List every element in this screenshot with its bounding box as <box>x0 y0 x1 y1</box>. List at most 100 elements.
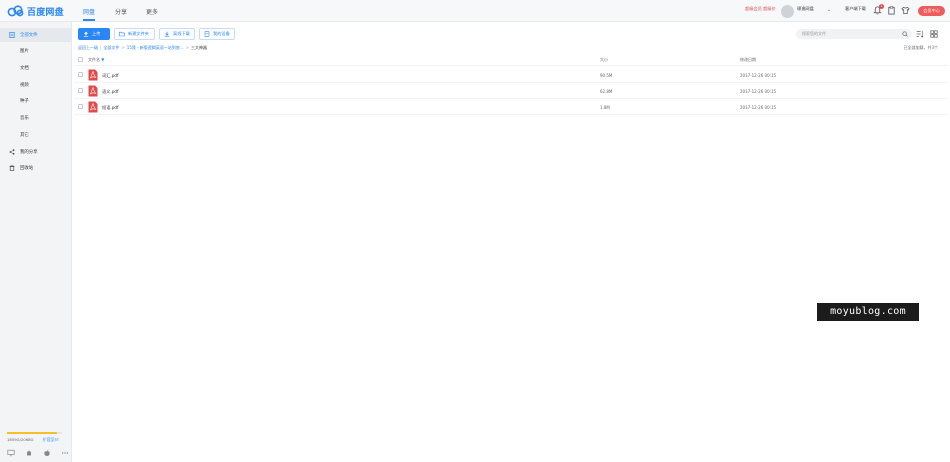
sort-arrow-icon: ▼ <box>101 57 105 62</box>
sidebar-item-videos[interactable]: 视频 <box>0 78 72 92</box>
sidebar-item-torrents[interactable]: 种子 <box>0 94 72 108</box>
pdf-file-icon <box>88 69 98 81</box>
device-icons <box>7 449 69 457</box>
breadcrumb-folder[interactable]: 15我 - 新版逻辑英语一站到底... <box>127 45 184 50</box>
clipboard-icon[interactable] <box>887 6 896 15</box>
file-name[interactable]: 词汇.pdf <box>102 73 119 79</box>
table-row[interactable]: 词汇.pdf 90.5M 2017-12-26 00:15 <box>74 67 948 83</box>
quota-text: 1859G/2068G <box>7 437 34 442</box>
new-folder-button[interactable]: 新建文件夹 <box>114 28 155 40</box>
sort-icon[interactable] <box>916 30 924 38</box>
row-checkbox[interactable] <box>78 104 83 109</box>
file-size: 1.8M <box>600 105 610 110</box>
download-icon <box>164 31 170 37</box>
vip-link[interactable]: 超级会员 超级价 <box>745 6 776 12</box>
breadcrumb-back[interactable]: 返回上一级 <box>78 45 98 50</box>
apple-icon[interactable] <box>43 449 51 457</box>
breadcrumb: 返回上一级 | 全部文件 >15我 - 新版逻辑英语一站到底... > 三大神器 <box>78 45 207 51</box>
sidebar-item-label: 全部文件 <box>20 33 38 38</box>
breadcrumb-separator: > <box>121 45 125 50</box>
breadcrumb-all-files[interactable]: 全部文件 <box>103 45 119 50</box>
sidebar-item-documents[interactable]: 文档 <box>0 61 72 75</box>
android-icon[interactable] <box>25 449 33 457</box>
quota-progress-bar <box>7 432 62 434</box>
quota-progress-fill <box>7 432 57 434</box>
sidebar-item-other[interactable]: 其它 <box>0 128 72 142</box>
member-center-button[interactable]: 会员中心 <box>918 6 945 16</box>
cloud-logo-icon <box>7 5 24 17</box>
quota-expand-link[interactable]: 扩容至5T <box>43 437 59 443</box>
nav-more[interactable]: 更多 <box>146 7 158 16</box>
table-row[interactable]: 语义.pdf 62.8M 2017-12-26 00:15 <box>74 83 948 99</box>
column-header-size[interactable]: 大小 <box>600 57 608 63</box>
share-icon <box>9 149 15 155</box>
sidebar-item-all-files[interactable]: 全部文件 <box>0 28 72 42</box>
sidebar-item-label: 文档 <box>20 66 29 71</box>
file-date: 2017-12-26 00:15 <box>740 73 777 78</box>
column-header-name[interactable]: 文件名 ▼ <box>88 57 104 63</box>
file-name[interactable]: 语义.pdf <box>102 89 119 95</box>
row-checkbox[interactable] <box>78 72 83 77</box>
upload-icon <box>83 31 89 37</box>
top-bar: 百度网盘 网盘 分享 更多 超级会员 超级价 璟逸网盘 ⌄ 客户端下载 1 会员… <box>0 0 950 22</box>
my-devices-button[interactable]: 我的设备 <box>199 28 235 40</box>
select-all-checkbox[interactable] <box>78 57 83 62</box>
watermark: moyublog.com <box>817 303 919 321</box>
breadcrumb-separator: | <box>100 45 102 50</box>
shirt-icon[interactable] <box>901 6 910 15</box>
chevron-down-icon[interactable]: ⌄ <box>827 7 831 13</box>
more-dots-icon[interactable] <box>61 449 69 457</box>
nav-share[interactable]: 分享 <box>115 7 127 16</box>
monitor-icon[interactable] <box>7 449 15 457</box>
breadcrumb-separator: > <box>185 45 189 50</box>
upload-label: 上传 <box>92 31 101 36</box>
sidebar-item-my-share[interactable]: 我的分享 <box>0 145 72 159</box>
sidebar-item-label: 种子 <box>20 99 29 104</box>
table-row[interactable]: 短语.pdf 1.8M 2017-12-26 00:15 <box>74 99 948 115</box>
file-icon <box>9 32 15 38</box>
row-checkbox[interactable] <box>78 88 83 93</box>
sidebar-item-label: 音乐 <box>20 116 29 121</box>
file-size: 62.8M <box>600 89 613 94</box>
sidebar-item-label: 回收站 <box>20 166 34 171</box>
device-icon <box>204 31 210 37</box>
my-devices-label: 我的设备 <box>213 31 230 36</box>
loaded-count: 已全部加载，共3个 <box>903 45 938 50</box>
pdf-file-icon <box>88 85 98 97</box>
upload-button[interactable]: 上传 <box>78 28 110 40</box>
avatar[interactable] <box>781 5 794 18</box>
file-name[interactable]: 短语.pdf <box>102 105 119 111</box>
client-download-link[interactable]: 客户端下载 <box>845 6 866 12</box>
file-size: 90.5M <box>600 73 613 78</box>
app-title: 百度网盘 <box>27 7 64 18</box>
notification-badge: 1 <box>879 4 884 9</box>
offline-download-button[interactable]: 离线下载 <box>159 28 195 40</box>
sidebar-item-label: 我的分享 <box>20 150 38 155</box>
search-placeholder: 搜索您的文件 <box>802 31 826 36</box>
file-date: 2017-12-26 00:15 <box>740 89 777 94</box>
new-folder-label: 新建文件夹 <box>128 31 149 36</box>
file-table-header: 文件名 ▼ 大小 修改日期 <box>74 54 948 66</box>
sidebar-item-music[interactable]: 音乐 <box>0 111 72 125</box>
offline-download-label: 离线下载 <box>173 31 190 36</box>
sidebar-item-images[interactable]: 图片 <box>0 44 72 58</box>
nav-active-indicator <box>83 19 95 21</box>
pdf-file-icon <box>88 101 98 113</box>
app-logo[interactable]: 百度网盘 <box>7 4 64 18</box>
sidebar: 全部文件 图片 文档 视频 种子 音乐 其它 我的分享 回收站 1859G/20… <box>0 22 72 462</box>
search-input[interactable]: 搜索您的文件 <box>796 29 912 39</box>
grid-view-icon[interactable] <box>930 30 938 38</box>
column-header-date[interactable]: 修改日期 <box>740 57 756 63</box>
column-header-name-label: 文件名 <box>88 57 100 62</box>
sidebar-item-label: 图片 <box>20 49 29 54</box>
breadcrumb-current: 三大神器 <box>190 45 207 50</box>
sidebar-item-label: 视频 <box>20 83 29 88</box>
trash-icon <box>9 165 15 171</box>
nav-netdisk[interactable]: 网盘 <box>83 7 95 16</box>
username[interactable]: 璟逸网盘 <box>797 6 814 12</box>
search-icon[interactable] <box>902 31 908 37</box>
sidebar-item-label: 其它 <box>20 133 29 138</box>
folder-plus-icon <box>119 31 125 37</box>
sidebar-item-recycle-bin[interactable]: 回收站 <box>0 161 72 175</box>
file-date: 2017-12-26 00:15 <box>740 105 777 110</box>
